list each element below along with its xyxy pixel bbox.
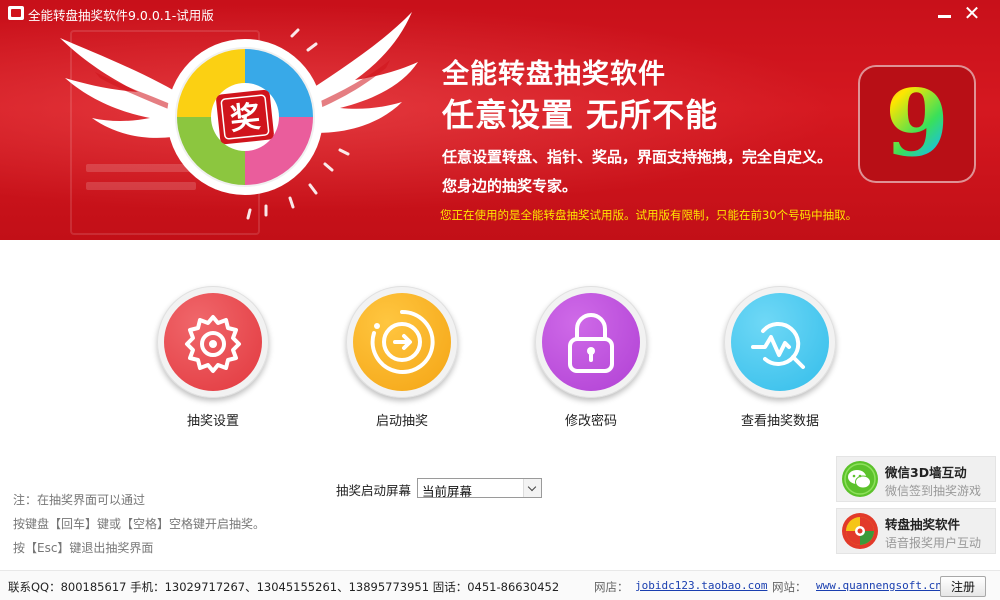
play-circle-icon [370, 309, 435, 374]
promo-wheel-title: 转盘抽奖软件 [885, 517, 961, 532]
lottery-settings-circle[interactable] [157, 286, 269, 398]
view-lottery-data-circle[interactable] [724, 286, 836, 398]
svg-text:奖: 奖 [228, 100, 261, 138]
start-lottery-label: 启动抽奖 [375, 414, 428, 429]
banner-tagline-features: 任意设置转盘、指针、奖品，界面支持拖拽，完全自定义。 [442, 148, 833, 166]
website-link[interactable]: www.quannengsoft.cn [816, 579, 942, 592]
change-password-button[interactable]: 修改密码 [521, 286, 661, 429]
trial-notice: 您正在使用的是全能转盘抽奖试用版。试用版有限制，只能在前30个号码中抽取。 [440, 208, 858, 222]
chart-magnifier-icon [751, 322, 805, 369]
window-title: 全能转盘抽奖软件9.0.0.1-试用版 [28, 8, 214, 23]
gear-icon [185, 315, 241, 373]
promo-wechat-title: 微信3D墙互动 [885, 465, 967, 480]
prize-wheel-icon: 奖 [167, 39, 323, 195]
note-line-2: 按键盘【回车】键或【空格】空格键开启抽奖。 [13, 517, 266, 531]
contact-info: 联系QQ：800185617 手机：13029717267、1304515526… [8, 580, 560, 594]
view-lottery-data-button[interactable]: 查看抽奖数据 [710, 286, 850, 429]
note-line-1: 注：在抽奖界面可以通过 [13, 493, 146, 507]
wheel-icon [842, 513, 878, 549]
app-icon [8, 6, 24, 20]
banner-tagline-expert: 您身边的抽奖专家。 [442, 177, 578, 195]
website-label: 网站： [772, 580, 807, 594]
promo-wheel-subtitle: 语音报奖用户互动 [885, 536, 982, 550]
promo-wheel-software[interactable]: 转盘抽奖软件 语音报奖用户互动 [836, 508, 996, 554]
lottery-settings-button[interactable]: 抽奖设置 [143, 286, 283, 429]
wings-wheel-logo: 奖 [60, 12, 418, 220]
shop-label: 网店： [594, 580, 629, 594]
lock-icon [568, 313, 614, 373]
version-badge: 9 [858, 65, 976, 183]
view-lottery-data-label: 查看抽奖数据 [740, 414, 819, 429]
shop-link[interactable]: jobidc123.taobao.com [635, 579, 767, 592]
start-lottery-circle[interactable] [346, 286, 458, 398]
change-password-circle[interactable] [535, 286, 647, 398]
banner-headline: 全能转盘抽奖软件 [442, 59, 666, 90]
title-bar: 全能转盘抽奖软件9.0.0.1-试用版 ✕ [0, 0, 1000, 26]
banner-slogan: 任意设置 无所不能 [442, 96, 719, 134]
close-icon: ✕ [963, 1, 981, 25]
promo-wechat-subtitle: 微信签到抽奖游戏 [885, 484, 982, 498]
change-password-label: 修改密码 [564, 414, 617, 429]
promo-wechat-3d-wall[interactable]: 微信3D墙互动 微信签到抽奖游戏 [836, 456, 996, 502]
version-digit: 9 [860, 67, 974, 181]
wechat-icon [842, 461, 878, 497]
screen-select-value: 当前屏幕 [422, 484, 473, 499]
screen-select[interactable]: 当前屏幕 [417, 478, 542, 499]
header-banner: 奖 全能转盘抽奖软件9.0.0.1-试用版 ✕ 全能转盘抽奖软件 任意设置 无所… [0, 0, 1000, 240]
chevron-down-icon[interactable] [523, 479, 541, 497]
register-button[interactable]: 注册 [940, 576, 986, 597]
minimize-button[interactable] [932, 2, 956, 24]
note-line-3: 按【Esc】键退出抽奖界面 [13, 541, 154, 555]
screen-select-label: 抽奖启动屏幕 [336, 483, 412, 498]
footer-bar: 联系QQ：800185617 手机：13029717267、1304515526… [0, 570, 1000, 600]
close-button[interactable]: ✕ [960, 2, 984, 24]
lottery-settings-label: 抽奖设置 [186, 414, 239, 429]
start-lottery-button[interactable]: 启动抽奖 [332, 286, 472, 429]
